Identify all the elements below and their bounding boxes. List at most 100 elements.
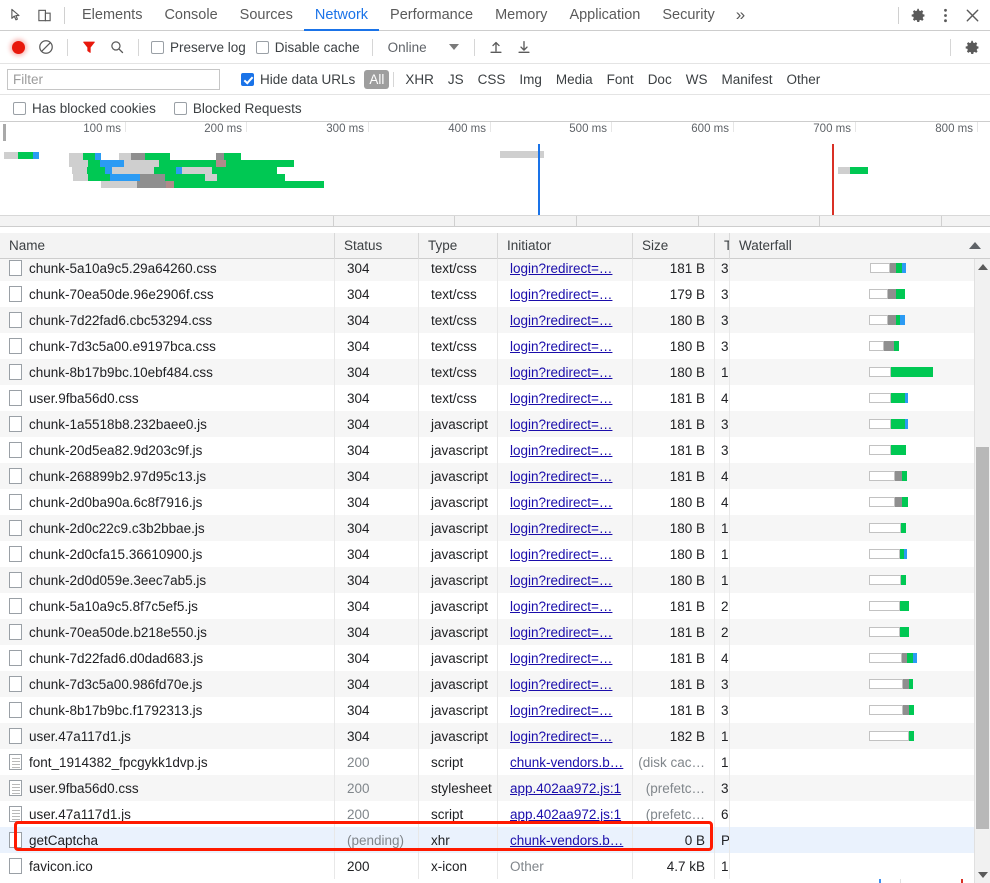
table-row[interactable]: chunk-7d3c5a00.986fd70e.js 304 javascript l… xyxy=(0,671,990,697)
table-row[interactable]: user.47a117d1.js 304 javascript login?redir… xyxy=(0,723,990,749)
column-header-type[interactable]: Type xyxy=(419,232,498,259)
disable-cache-checkbox[interactable]: Disable cache xyxy=(251,40,365,55)
initiator-link[interactable]: login?redirect=… xyxy=(510,677,612,692)
scroll-down-arrow-icon[interactable] xyxy=(975,867,990,883)
filter-type-ws[interactable]: WS xyxy=(679,70,715,89)
table-row[interactable]: user.9fba56d0.css 200 stylesheet app.402aa9… xyxy=(0,775,990,801)
tab-elements[interactable]: Elements xyxy=(71,0,153,31)
scrollbar-thumb[interactable] xyxy=(976,447,989,829)
initiator-link[interactable]: app.402aa972.js:1 xyxy=(510,781,621,796)
initiator-link[interactable]: login?redirect=… xyxy=(510,443,612,458)
throttling-dropdown[interactable]: Online xyxy=(380,40,467,55)
column-header-name[interactable]: Name xyxy=(0,232,335,259)
initiator-link[interactable]: login?redirect=… xyxy=(510,573,612,588)
initiator-link[interactable]: chunk-vendors.b… xyxy=(510,755,623,770)
table-row[interactable]: chunk-8b17b9bc.10ebf484.css 304 text/css lo… xyxy=(0,359,990,385)
gear-icon[interactable] xyxy=(905,2,932,29)
tab-security[interactable]: Security xyxy=(651,0,725,31)
table-row[interactable]: chunk-70ea50de.b218e550.js 304 javascript l… xyxy=(0,619,990,645)
initiator-link[interactable]: login?redirect=… xyxy=(510,261,612,276)
filter-input[interactable] xyxy=(7,68,220,90)
hide-data-urls-checkbox[interactable]: Hide data URLs xyxy=(236,72,360,87)
table-vertical-scrollbar[interactable] xyxy=(974,259,990,883)
tab-memory[interactable]: Memory xyxy=(484,0,558,31)
filter-type-all[interactable]: All xyxy=(364,69,390,89)
search-icon[interactable] xyxy=(103,33,131,61)
inspect-element-icon[interactable] xyxy=(4,2,31,29)
tab-performance[interactable]: Performance xyxy=(379,0,484,31)
column-header-time[interactable]: T xyxy=(715,232,730,259)
column-header-status[interactable]: Status xyxy=(335,232,419,259)
table-row[interactable]: chunk-268899b2.97d95c13.js 304 javascript l… xyxy=(0,463,990,489)
initiator-link[interactable]: login?redirect=… xyxy=(510,287,612,302)
device-toolbar-icon[interactable] xyxy=(31,2,58,29)
table-row[interactable]: chunk-2d0cfa15.36610900.js 304 javascript l… xyxy=(0,541,990,567)
table-row[interactable]: chunk-1a5518b8.232baee0.js 304 javascript l… xyxy=(0,411,990,437)
cell-size: 181 B xyxy=(633,437,715,463)
initiator-link[interactable]: login?redirect=… xyxy=(510,313,612,328)
initiator-link[interactable]: chunk-vendors.b… xyxy=(510,833,623,848)
table-row[interactable]: chunk-7d3c5a00.e9197bca.css 304 text/css lo… xyxy=(0,333,990,359)
table-row[interactable]: font_1914382_fpcgykk1dvp.js 200 script chun… xyxy=(0,749,990,775)
filter-type-manifest[interactable]: Manifest xyxy=(714,70,779,89)
initiator-link[interactable]: login?redirect=… xyxy=(510,495,612,510)
kebab-menu-icon[interactable] xyxy=(932,2,959,29)
cell-type: javascript xyxy=(419,697,498,723)
has-blocked-cookies-checkbox[interactable]: Has blocked cookies xyxy=(8,101,161,116)
initiator-link[interactable]: login?redirect=… xyxy=(510,391,612,406)
import-har-icon[interactable] xyxy=(482,33,510,61)
filter-funnel-icon[interactable] xyxy=(75,33,103,61)
more-tabs-button[interactable]: » xyxy=(726,0,755,31)
table-row[interactable]: chunk-2d0d059e.3eec7ab5.js 304 javascript l… xyxy=(0,567,990,593)
close-icon[interactable] xyxy=(959,2,986,29)
table-row[interactable]: chunk-8b17b9bc.f1792313.js 304 javascript l… xyxy=(0,697,990,723)
tab-network[interactable]: Network xyxy=(303,0,380,31)
initiator-link[interactable]: login?redirect=… xyxy=(510,651,612,666)
blocked-requests-checkbox[interactable]: Blocked Requests xyxy=(169,101,307,116)
table-row[interactable]: favicon.ico 200 x-icon Other 4.7 kB 1. xyxy=(0,853,990,879)
network-overview-timeline[interactable]: 100 ms 200 ms 300 ms 400 ms 500 ms 600 ms 700 … xyxy=(0,122,990,227)
initiator-link[interactable]: login?redirect=… xyxy=(510,365,612,380)
table-row[interactable]: chunk-5a10a9c5.8f7c5ef5.js 304 javascript l… xyxy=(0,593,990,619)
initiator-link[interactable]: login?redirect=… xyxy=(510,521,612,536)
filter-type-doc[interactable]: Doc xyxy=(641,70,679,89)
initiator-link[interactable]: login?redirect=… xyxy=(510,625,612,640)
table-row[interactable]: chunk-70ea50de.96e2906f.css 304 text/css lo… xyxy=(0,281,990,307)
initiator-link[interactable]: login?redirect=… xyxy=(510,729,612,744)
table-row[interactable]: getCaptcha (pending) xhr chunk-vendors.b… 0 … xyxy=(0,827,990,853)
filter-type-media[interactable]: Media xyxy=(549,70,600,89)
table-row[interactable]: chunk-2d0c22c9.c3b2bbae.js 304 javascript l… xyxy=(0,515,990,541)
waterfall-ttfb-bar xyxy=(905,419,908,429)
table-row[interactable]: user.47a117d1.js 200 script app.402aa972.js… xyxy=(0,801,990,827)
tab-console[interactable]: Console xyxy=(153,0,228,31)
network-settings-gear-icon[interactable] xyxy=(958,33,986,61)
table-row[interactable]: chunk-7d22fad6.cbc53294.css 304 text/css lo… xyxy=(0,307,990,333)
column-header-size[interactable]: Size xyxy=(633,232,715,259)
export-har-icon[interactable] xyxy=(510,33,538,61)
filter-type-other[interactable]: Other xyxy=(779,70,827,89)
filter-type-xhr[interactable]: XHR xyxy=(398,70,441,89)
initiator-link[interactable]: login?redirect=… xyxy=(510,599,612,614)
scroll-up-arrow-icon[interactable] xyxy=(975,259,990,275)
initiator-link[interactable]: login?redirect=… xyxy=(510,417,612,432)
filter-type-font[interactable]: Font xyxy=(600,70,641,89)
initiator-link[interactable]: login?redirect=… xyxy=(510,469,612,484)
initiator-link[interactable]: login?redirect=… xyxy=(510,703,612,718)
initiator-link[interactable]: app.402aa972.js:1 xyxy=(510,807,621,822)
table-row[interactable]: chunk-20d5ea82.9d203c9f.js 304 javascript l… xyxy=(0,437,990,463)
table-row[interactable]: chunk-2d0ba90a.6c8f7916.js 304 javascript l… xyxy=(0,489,990,515)
filter-type-js[interactable]: JS xyxy=(441,70,471,89)
initiator-link[interactable]: login?redirect=… xyxy=(510,547,612,562)
filter-type-css[interactable]: CSS xyxy=(471,70,513,89)
filter-type-img[interactable]: Img xyxy=(512,70,549,89)
preserve-log-checkbox[interactable]: Preserve log xyxy=(146,40,251,55)
table-row[interactable]: user.9fba56d0.css 304 text/css login?redire… xyxy=(0,385,990,411)
column-header-waterfall[interactable]: Waterfall xyxy=(730,233,990,259)
table-row[interactable]: chunk-7d22fad6.d0dad683.js 304 javascript l… xyxy=(0,645,990,671)
table-row[interactable]: chunk-5a10a9c5.29a64260.css 304 text/css lo… xyxy=(0,259,990,281)
tab-sources[interactable]: Sources xyxy=(229,0,304,31)
column-header-initiator[interactable]: Initiator xyxy=(498,232,633,259)
clear-icon[interactable] xyxy=(32,33,60,61)
record-icon[interactable] xyxy=(4,33,32,61)
tab-application[interactable]: Application xyxy=(558,0,651,31)
